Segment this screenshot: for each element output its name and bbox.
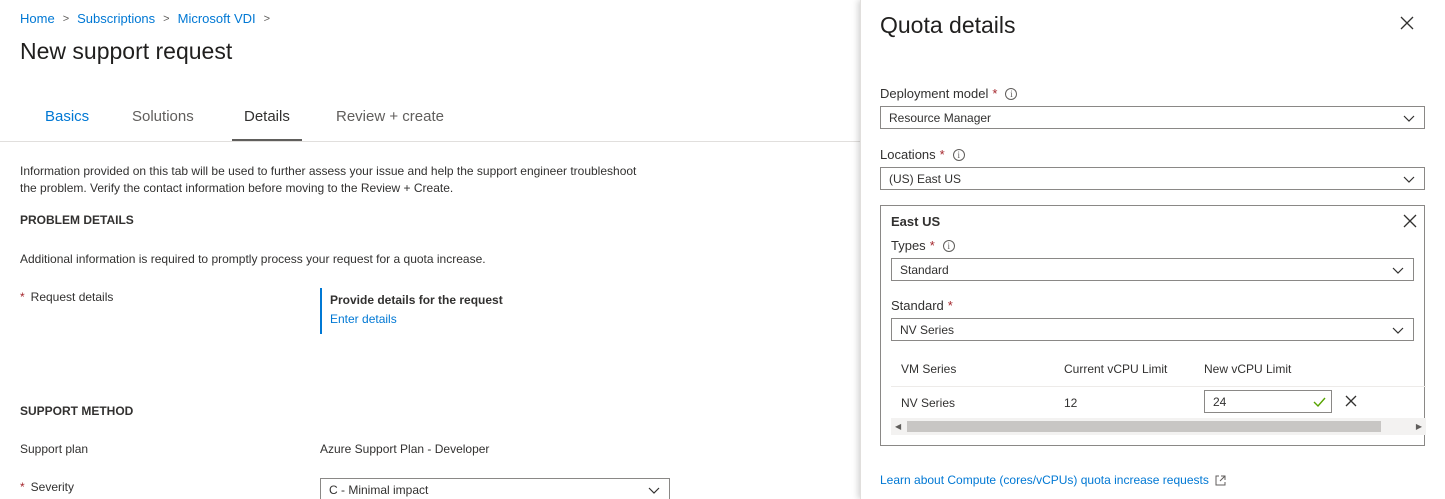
types-label-text: Types bbox=[891, 238, 926, 253]
support-plan-label: Support plan bbox=[20, 442, 89, 456]
types-select[interactable]: Standard bbox=[891, 258, 1414, 281]
locations-label: Locations * i bbox=[880, 147, 965, 162]
row-current-limit: 12 bbox=[1064, 396, 1078, 410]
close-icon[interactable] bbox=[1403, 214, 1417, 228]
locations-value: (US) East US bbox=[889, 172, 962, 186]
chevron-down-icon bbox=[1403, 115, 1415, 122]
support-plan-value: Azure Support Plan - Developer bbox=[320, 442, 490, 456]
types-value: Standard bbox=[900, 263, 949, 277]
request-details-label: * Request details bbox=[20, 290, 113, 304]
severity-select[interactable]: C - Minimal impact bbox=[320, 478, 670, 499]
scrollbar-thumb[interactable] bbox=[907, 421, 1381, 432]
request-details-label-text: Request details bbox=[30, 290, 114, 304]
page-title: New support request bbox=[20, 38, 233, 64]
remove-row-icon[interactable] bbox=[1343, 393, 1359, 409]
required-mark: * bbox=[947, 298, 953, 313]
request-box-title: Provide details for the request bbox=[330, 293, 503, 307]
location-card-east-us: East US Types * i Standard Standard * NV Se… bbox=[880, 205, 1426, 446]
breadcrumb-subscriptions[interactable]: Subscriptions bbox=[77, 11, 155, 26]
learn-quota-link[interactable]: Learn about Compute (cores/vCPUs) quota … bbox=[880, 473, 1226, 487]
severity-value: C - Minimal impact bbox=[329, 483, 429, 497]
chevron-right-icon: > bbox=[62, 12, 70, 25]
support-request-page: Home > Subscriptions > Microsoft VDI > N… bbox=[0, 0, 860, 499]
deployment-model-label: Deployment model * i bbox=[880, 86, 1018, 101]
column-current-limit: Current vCPU Limit bbox=[1064, 362, 1168, 376]
column-vm-series: VM Series bbox=[901, 362, 957, 376]
tab-bar: Basics Solutions Details Review + create bbox=[0, 100, 860, 142]
intro-text: Information provided on this tab will be… bbox=[20, 164, 637, 195]
enter-details-link[interactable]: Enter details bbox=[330, 312, 503, 326]
tab-solutions[interactable]: Solutions bbox=[132, 108, 194, 125]
scroll-left-icon[interactable]: ◀ bbox=[895, 422, 901, 431]
severity-label: * Severity bbox=[20, 480, 74, 494]
horizontal-scrollbar[interactable]: ◀ ▶ bbox=[891, 418, 1426, 435]
column-new-limit: New vCPU Limit bbox=[1204, 362, 1292, 376]
location-title: East US bbox=[891, 214, 941, 229]
row-vm-series: NV Series bbox=[901, 396, 956, 410]
chevron-down-icon bbox=[1392, 327, 1404, 334]
support-method-heading: SUPPORT METHOD bbox=[20, 404, 134, 418]
locations-label-text: Locations bbox=[880, 147, 936, 162]
standard-value: NV Series bbox=[900, 323, 955, 337]
new-vcpu-limit-value: 24 bbox=[1213, 395, 1227, 409]
info-icon[interactable]: i bbox=[1005, 87, 1018, 100]
breadcrumb-microsoft-vdi[interactable]: Microsoft VDI bbox=[178, 11, 256, 26]
row-divider bbox=[891, 386, 1426, 387]
info-icon[interactable]: i bbox=[952, 148, 965, 161]
problem-details-info: Additional information is required to pr… bbox=[20, 252, 486, 266]
problem-details-heading: PROBLEM DETAILS bbox=[20, 213, 134, 227]
new-vcpu-limit-input[interactable]: 24 bbox=[1204, 390, 1332, 413]
breadcrumb: Home > Subscriptions > Microsoft VDI > bbox=[20, 11, 278, 26]
chevron-right-icon: > bbox=[163, 12, 170, 25]
scroll-right-icon[interactable]: ▶ bbox=[1416, 422, 1422, 431]
info-icon[interactable]: i bbox=[942, 239, 955, 252]
required-mark: * bbox=[929, 238, 935, 253]
panel-title: Quota details bbox=[880, 12, 1016, 38]
tab-basics[interactable]: Basics bbox=[45, 108, 89, 125]
chevron-down-icon bbox=[1392, 267, 1404, 274]
locations-select[interactable]: (US) East US bbox=[880, 167, 1425, 190]
chevron-down-icon bbox=[648, 487, 660, 494]
learn-quota-link-text: Learn about Compute (cores/vCPUs) quota … bbox=[880, 473, 1209, 487]
standard-select[interactable]: NV Series bbox=[891, 318, 1414, 341]
chevron-right-icon: > bbox=[263, 12, 271, 25]
standard-label: Standard * bbox=[891, 298, 961, 313]
required-mark: * bbox=[20, 290, 25, 304]
types-label: Types * i bbox=[891, 238, 955, 253]
tab-details[interactable]: Details bbox=[232, 108, 302, 141]
deployment-model-label-text: Deployment model bbox=[880, 86, 989, 101]
required-mark: * bbox=[992, 86, 998, 101]
checkmark-icon bbox=[1313, 397, 1326, 408]
breadcrumb-home[interactable]: Home bbox=[20, 11, 55, 26]
request-details-box: Provide details for the request Enter de… bbox=[320, 288, 503, 334]
deployment-model-value: Resource Manager bbox=[889, 111, 992, 125]
deployment-model-select[interactable]: Resource Manager bbox=[880, 106, 1425, 129]
standard-label-text: Standard bbox=[891, 298, 944, 313]
external-link-icon bbox=[1215, 475, 1226, 485]
tab-review-create[interactable]: Review + create bbox=[336, 108, 444, 125]
required-mark: * bbox=[939, 147, 945, 162]
chevron-down-icon bbox=[1403, 176, 1415, 183]
required-mark: * bbox=[20, 480, 25, 494]
quota-details-panel: Quota details Deployment model * i Resourc… bbox=[860, 0, 1445, 499]
close-icon[interactable] bbox=[1399, 15, 1415, 31]
severity-label-text: Severity bbox=[30, 480, 75, 494]
